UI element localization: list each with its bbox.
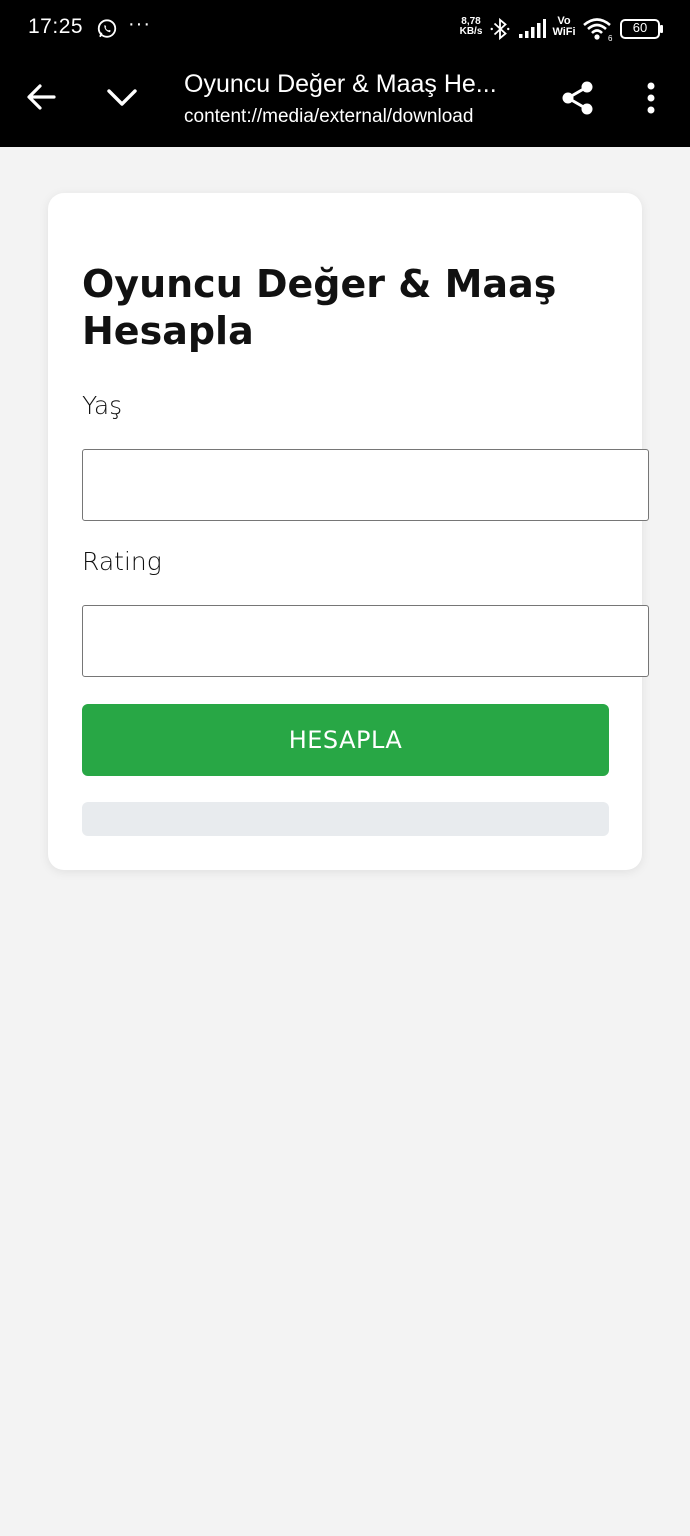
- calculate-button[interactable]: HESAPLA: [82, 704, 609, 776]
- more-vert-icon[interactable]: [638, 78, 664, 118]
- page-title: Oyuncu Değer & Maaş He...: [184, 70, 497, 98]
- svg-text:6: 6: [608, 34, 613, 42]
- network-speed: 8,78 KB/s: [456, 17, 486, 37]
- signal-icon: [519, 19, 546, 38]
- result-box: [82, 802, 609, 836]
- whatsapp-icon: [97, 19, 117, 38]
- calculator-card: Oyuncu Değer & Maaş Hesapla Yaş Rating H…: [48, 193, 649, 870]
- back-arrow-icon[interactable]: [22, 78, 60, 116]
- wifi-icon: 6: [583, 18, 613, 42]
- battery-level: 60: [632, 20, 648, 35]
- status-bar: 17:25 ··· 8,78 KB/s Vo WiFi 6 60: [0, 0, 690, 58]
- rating-label: Rating: [82, 547, 162, 576]
- age-label: Yaş: [82, 391, 123, 420]
- age-input[interactable]: [82, 449, 649, 521]
- more-notifications-icon: ···: [128, 13, 151, 35]
- rating-input[interactable]: [82, 605, 649, 677]
- card-title: Oyuncu Değer & Maaş Hesapla: [82, 262, 557, 353]
- network-speed-unit: KB/s: [459, 26, 483, 37]
- custom-tab-toolbar: Oyuncu Değer & Maaş He... content://medi…: [0, 58, 690, 147]
- share-icon[interactable]: [558, 78, 598, 118]
- vowifi-bottom: WiFi: [552, 26, 576, 38]
- chevron-down-icon[interactable]: [102, 78, 142, 116]
- page-url: content://media/external/download: [184, 106, 474, 127]
- status-time: 17:25: [28, 15, 84, 38]
- bluetooth-icon: [490, 17, 510, 41]
- vowifi-indicator: Vo WiFi: [550, 16, 578, 38]
